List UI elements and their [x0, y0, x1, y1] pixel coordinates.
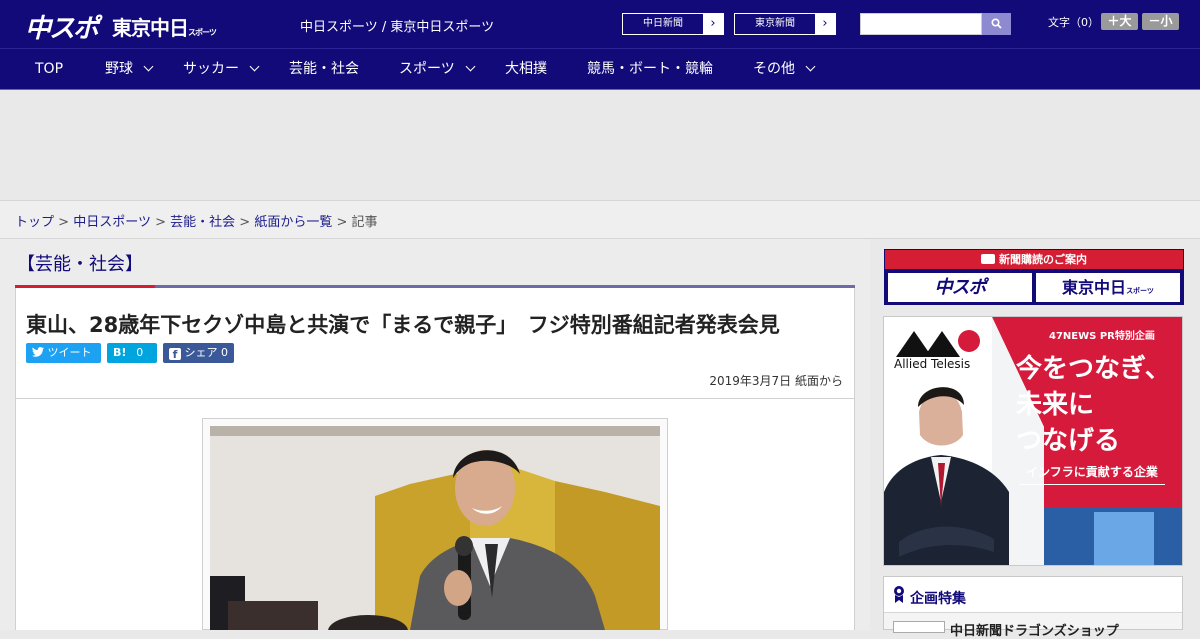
article-photo[interactable]: [210, 426, 660, 630]
feature-thumbnail[interactable]: [893, 621, 945, 633]
breadcrumb-entertainment[interactable]: 芸能・社会: [170, 215, 235, 230]
chevron-down-icon: [805, 61, 816, 72]
pr-ad-tag: 47NEWS PR特別企画: [1049, 331, 1155, 342]
chunichi-shimbun-label: 中日新聞: [643, 18, 683, 29]
nav-item-top[interactable]: TOP: [35, 49, 63, 90]
nav-label: 芸能・社会: [289, 61, 359, 77]
nav-item-baseball[interactable]: 野球: [105, 49, 154, 90]
search-button[interactable]: [982, 13, 1011, 35]
pr-ad-sub: インフラに貢献する企業: [1019, 463, 1165, 485]
subscription-title: 新聞購読のご案内: [885, 250, 1183, 269]
breadcrumb-print-list[interactable]: 紙面から一覧: [254, 215, 332, 230]
chevron-down-icon: [465, 61, 476, 72]
facebook-share-button[interactable]: f シェア 0: [163, 343, 234, 363]
chevron-down-icon: [249, 61, 260, 72]
font-smaller-button[interactable]: －小: [1142, 13, 1179, 30]
pr-ad-brand: Allied Telesis: [894, 357, 971, 371]
tokyo-shimbun-label: 東京新聞: [755, 18, 795, 29]
twitter-bird-icon: [32, 347, 44, 357]
article-photo-image: [210, 426, 660, 630]
subscribe-tokyo-small: スポーツ: [1126, 287, 1154, 295]
subscription-title-text: 新聞購読のご案内: [999, 253, 1087, 266]
chuspo-logo[interactable]: 中スポ: [25, 8, 99, 45]
breadcrumb-sep: >: [155, 215, 166, 230]
nav-label: 大相撲: [505, 61, 547, 77]
section-title: 【芸能・社会】: [17, 254, 143, 275]
pr-ad-line-2: 未来に: [1016, 390, 1095, 420]
nav-item-sports[interactable]: スポーツ: [399, 49, 476, 90]
hatena-bookmark-button[interactable]: B! 0: [107, 343, 157, 363]
facebook-icon: f: [169, 348, 181, 361]
tweet-label: ツイート: [47, 346, 92, 359]
chevron-right-icon: ›: [703, 14, 723, 34]
nav-label: TOP: [35, 61, 64, 77]
tokyo-logo-text: 東京中日: [112, 16, 189, 40]
breadcrumb-sep: >: [58, 215, 70, 230]
tweet-button[interactable]: ツイート: [26, 343, 101, 363]
nav-item-soccer[interactable]: サッカー: [183, 49, 260, 90]
facebook-count: 0: [221, 346, 228, 359]
hatena-count: 0: [136, 346, 144, 359]
breadcrumb-sep: >: [336, 215, 348, 230]
breadcrumb-sep: >: [239, 215, 251, 230]
breadcrumb-current: 記事: [351, 215, 378, 230]
nav-item-sumo[interactable]: 大相撲: [505, 49, 547, 90]
hatena-bookmark-icon: B!: [113, 346, 127, 359]
chevron-down-icon: [143, 61, 154, 72]
main-nav: TOP 野球 サッカー 芸能・社会 スポーツ 大相撲 競馬・ボート・競輪 その他: [0, 48, 1200, 90]
font-size-label: 文字（0）: [1048, 16, 1099, 29]
font-bigger-button[interactable]: ＋大: [1101, 13, 1138, 30]
award-ribbon-icon: [894, 586, 904, 603]
search-input[interactable]: [860, 13, 982, 35]
site-name[interactable]: 中日スポーツ / 東京中日スポーツ: [300, 16, 494, 35]
nav-item-other[interactable]: その他: [753, 49, 816, 90]
article-headline: 東山、28歳年下セクゾ中島と共演で「まるで親子」 フジ特別番組記者発表会見: [26, 313, 780, 337]
breadcrumb: トップ > 中日スポーツ > 芸能・社会 > 紙面から一覧 > 記事: [0, 200, 1200, 239]
pr-ad-line-1: 今をつなぎ、: [1016, 354, 1171, 384]
nav-label: その他: [753, 61, 795, 77]
nav-label: サッカー: [183, 61, 239, 77]
subscribe-tokyo-text: 東京中日: [1062, 278, 1127, 297]
newspaper-icon: [981, 254, 995, 264]
pr-ad-headline: 今をつなぎ、 未来に つなげる: [1016, 351, 1171, 459]
chunichi-shimbun-link[interactable]: 中日新聞 ›: [622, 13, 724, 35]
ad-banner-area: [0, 90, 1200, 200]
nav-label: 野球: [105, 61, 133, 77]
tokyo-logo-small: スポーツ: [188, 28, 217, 37]
pr-ad-line-3: つなげる: [1016, 426, 1121, 456]
nav-item-keiba[interactable]: 競馬・ボート・競輪: [587, 49, 713, 90]
search-icon: [991, 18, 1002, 29]
special-feature-title: 企画特集: [910, 591, 966, 607]
nav-label: スポーツ: [399, 61, 455, 77]
pr-ad-banner[interactable]: Allied Telesis 47NEWS PR特別企画 今をつなぎ、 未来に …: [883, 316, 1183, 566]
facebook-share-label: シェア: [184, 346, 218, 359]
chevron-right-icon: ›: [815, 14, 835, 34]
breadcrumb-top[interactable]: トップ: [15, 215, 54, 230]
subscribe-chuspo-logo[interactable]: 中スポ: [888, 273, 1032, 302]
nav-item-entertainment[interactable]: 芸能・社会: [289, 49, 359, 90]
breadcrumb-chunichi-sports[interactable]: 中日スポーツ: [73, 215, 151, 230]
tokyo-chunichi-logo[interactable]: 東京中日スポーツ: [112, 12, 217, 41]
tokyo-shimbun-link[interactable]: 東京新聞 ›: [734, 13, 836, 35]
subscribe-tokyo-logo[interactable]: 東京中日スポーツ: [1036, 273, 1180, 302]
nav-label: 競馬・ボート・競輪: [587, 61, 713, 77]
article-date: 2019年3月7日 紙面から: [709, 374, 843, 388]
